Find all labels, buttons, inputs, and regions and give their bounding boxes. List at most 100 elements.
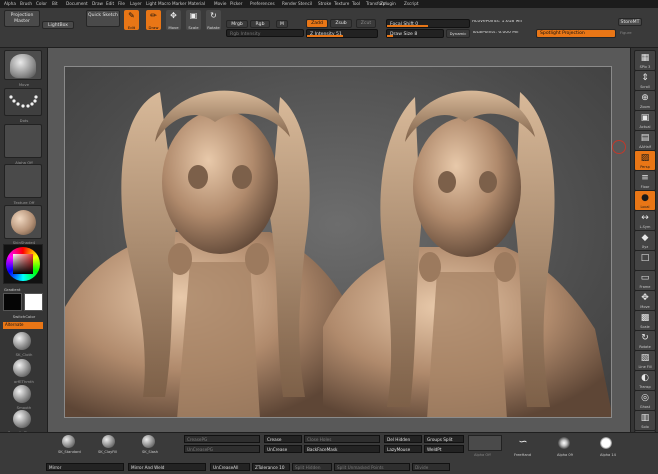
view-button-l-sym[interactable]: ↔ L.Sym	[634, 210, 656, 231]
close-holes-button[interactable]: Close Holes	[304, 435, 380, 443]
quick-sketch-button[interactable]: Quick Sketch	[86, 10, 120, 27]
menu-zplugin[interactable]: Zplugin	[380, 1, 396, 6]
menu-texture[interactable]: Texture	[334, 1, 349, 6]
split-unmasked-button[interactable]: Split Unmasked Points	[334, 463, 410, 471]
view-button-local[interactable]: ● Local	[634, 190, 656, 211]
lightbox-button[interactable]: LightBox	[42, 21, 74, 29]
view-button-floor[interactable]: ≡ Floor	[634, 170, 656, 191]
view-button-zoom[interactable]: ⊕ Zoom	[634, 90, 656, 111]
menu-stroke[interactable]: Stroke	[318, 1, 331, 6]
crease-pg-button[interactable]: CreasePG	[184, 435, 260, 443]
view-button-persp[interactable]: ▨ Persp	[634, 150, 656, 171]
stroke-thumbnail[interactable]	[4, 88, 42, 116]
texture-thumbnail[interactable]	[4, 164, 42, 198]
menu-draw[interactable]: Draw	[92, 1, 103, 6]
menu-movie[interactable]: Movie	[214, 1, 226, 6]
del-hidden-button[interactable]: Del Hidden	[384, 435, 422, 443]
z-tolerance-slider[interactable]: ZTolerance 10	[252, 463, 290, 471]
alpha-09-icon[interactable]	[558, 437, 570, 449]
view-button-frame[interactable]: ▭ Frame	[634, 270, 656, 291]
mirror-and-weld-button[interactable]: Mirror And Weld	[128, 463, 206, 471]
groups-split-button[interactable]: Groups Split	[424, 435, 464, 443]
secondary-color-swatch[interactable]	[24, 293, 43, 311]
view-button-blank-10[interactable]: □	[634, 250, 656, 271]
menu-tool[interactable]: Tool	[352, 1, 360, 6]
menu-material[interactable]: Material	[188, 1, 205, 6]
brush-orf-icon[interactable]	[13, 359, 31, 377]
alpha-thumbnail[interactable]	[4, 124, 42, 158]
document-viewport[interactable]	[64, 66, 612, 418]
backface-mask-button[interactable]: BackFaceMask	[304, 445, 380, 453]
alpha-14-icon[interactable]	[600, 437, 612, 449]
switch-color-button[interactable]: SwitchColor	[2, 314, 46, 319]
material-thumbnail[interactable]	[4, 205, 42, 239]
menu-document[interactable]: Document	[66, 1, 88, 6]
menu-alpha[interactable]: Alpha	[4, 1, 16, 6]
m-button[interactable]: M	[276, 20, 288, 28]
view-button-solo[interactable]: ▥ Solo	[634, 410, 656, 431]
brush-sk-cloth-icon[interactable]	[13, 332, 31, 350]
menu-marker[interactable]: Marker	[172, 1, 186, 6]
focal-shift-slider[interactable]: Focal Shift 0	[386, 19, 470, 28]
view-button-aahalf[interactable]: ▤ AAHalf	[634, 130, 656, 151]
zadd-button[interactable]: Zadd	[306, 19, 328, 28]
brush-smooth-stronger-icon[interactable]	[13, 410, 31, 428]
brush-thumbnail[interactable]	[4, 50, 42, 80]
draw-size-slider[interactable]: Draw Size 8	[386, 29, 444, 38]
dynamic-button[interactable]: Dynamic	[446, 29, 470, 38]
menu-picker[interactable]: Picker	[230, 1, 242, 6]
menu-macro[interactable]: Macro	[158, 1, 171, 6]
edit-mode-button[interactable]: ✎ Edit	[124, 10, 139, 30]
menu-brush[interactable]: Brush	[20, 1, 32, 6]
store-mt-button[interactable]: StoreMT	[618, 18, 642, 26]
spotlight-projection-button[interactable]: Spotlight Projection	[536, 29, 616, 38]
brush-sk-clayfill-icon[interactable]	[102, 435, 115, 448]
uncrease-all-button[interactable]: UnCreaseAll	[210, 463, 250, 471]
menu-file[interactable]: File	[118, 1, 125, 6]
mrgb-button[interactable]: Mrgb	[226, 20, 248, 28]
alpha-off-slot[interactable]	[468, 435, 502, 451]
rotate-mode-button[interactable]: ↻ Rotate	[206, 10, 221, 30]
view-button-ghost[interactable]: ◎ Ghost	[634, 390, 656, 411]
draw-mode-button[interactable]: ✏ Draw	[146, 10, 161, 30]
menu-light[interactable]: Light	[146, 1, 156, 6]
alternate-button[interactable]: Alternate	[3, 322, 43, 329]
view-button-move[interactable]: ✥ Move	[634, 290, 656, 311]
zsub-button[interactable]: Zsub	[330, 19, 352, 28]
projection-master-button[interactable]: Projection Master	[4, 10, 40, 27]
view-button-rotate[interactable]: ↻ Rotate	[634, 330, 656, 351]
menu-render[interactable]: Render	[282, 1, 297, 6]
sculpt-model-render[interactable]	[65, 67, 612, 418]
mirror-button[interactable]: Mirror	[46, 463, 124, 471]
menu-stencil[interactable]: Stencil	[298, 1, 312, 6]
menu-preferences[interactable]: Preferences	[250, 1, 275, 6]
main-color-swatch[interactable]	[3, 293, 22, 311]
view-button-actual[interactable]: ▣ Actual	[634, 110, 656, 131]
menu-layer[interactable]: Layer	[130, 1, 142, 6]
view-button-scroll[interactable]: ⇕ Scroll	[634, 70, 656, 91]
menu-bit[interactable]: Bit	[52, 1, 58, 6]
brush-sk-standard-icon[interactable]	[62, 435, 75, 448]
rgb-intensity-slider[interactable]: Rgb Intensity	[226, 29, 304, 37]
menu-edit[interactable]: Edit	[106, 1, 114, 6]
split-hidden-button[interactable]: Split Hidden	[292, 463, 332, 471]
view-button-spix-3[interactable]: ▦ SPix 3	[634, 50, 656, 71]
lazy-mouse-button[interactable]: LazyMouse	[384, 445, 422, 453]
move-mode-button[interactable]: ✥ Move	[166, 10, 181, 30]
menu-color[interactable]: Color	[36, 1, 47, 6]
view-button-line-fill[interactable]: ▧ Line Fill	[634, 350, 656, 371]
uncrease-pg-button[interactable]: UnCreasePG	[184, 445, 260, 453]
brush-sk-slash-icon[interactable]	[142, 435, 155, 448]
brush-smooth-icon[interactable]	[13, 385, 31, 403]
color-picker[interactable]	[3, 244, 43, 284]
view-button-scale[interactable]: ▩ Scale	[634, 310, 656, 331]
weld-points-button[interactable]: WeldPt	[424, 445, 464, 453]
menu-zscript[interactable]: Zscript	[404, 1, 419, 6]
view-button-transp[interactable]: ◐ Transp	[634, 370, 656, 391]
divide-button[interactable]: Divide	[412, 463, 450, 471]
freehand-stroke-icon[interactable]: ∽	[516, 435, 530, 449]
zcut-button[interactable]: Zcut	[356, 19, 376, 28]
uncrease-button[interactable]: UnCrease	[264, 445, 302, 453]
saturation-square[interactable]	[13, 254, 33, 274]
rgb-button[interactable]: Rgb	[250, 20, 270, 28]
